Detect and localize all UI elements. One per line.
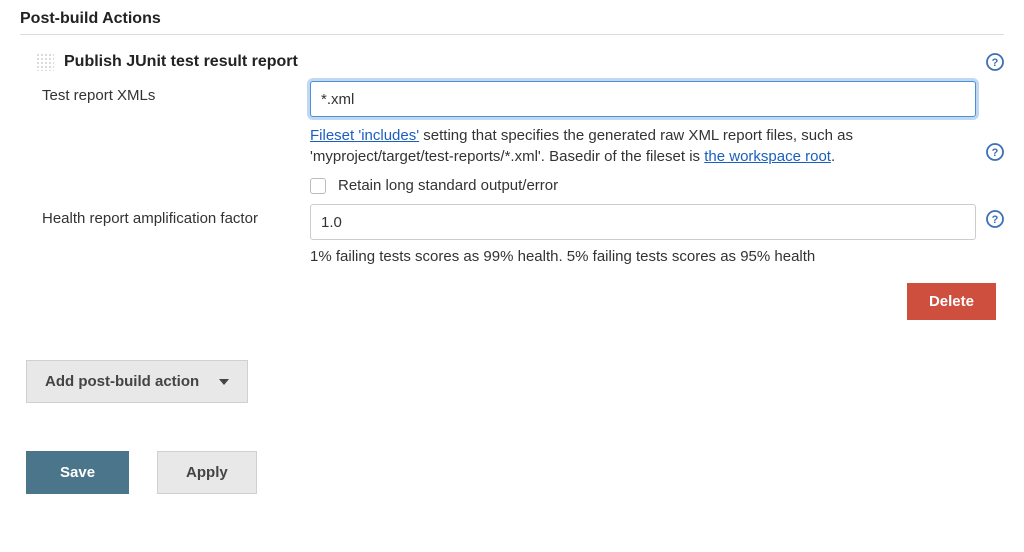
test-report-row: Test report XMLs Fileset 'includes' sett… [36,81,1004,194]
svg-text:?: ? [992,147,999,159]
test-report-label: Test report XMLs [42,81,310,104]
fileset-includes-link[interactable]: Fileset 'includes' [310,127,419,144]
delete-button[interactable]: Delete [907,283,996,320]
delete-row: Delete [36,283,1004,320]
add-action-row: Add post-build action [20,360,1004,403]
retain-checkbox-row: Retain long standard output/error [310,177,976,194]
health-factor-input[interactable] [310,204,976,240]
block-header: Publish JUnit test result report ? [36,53,1004,71]
svg-text:?: ? [992,57,999,69]
health-factor-label: Health report amplification factor [42,204,310,227]
apply-button[interactable]: Apply [157,451,257,494]
svg-text:?: ? [992,214,999,226]
help-icon[interactable]: ? [986,210,1004,228]
workspace-root-link[interactable]: the workspace root [704,148,831,165]
drag-handle-icon[interactable] [36,53,54,71]
retain-checkbox-label: Retain long standard output/error [338,177,558,194]
section-title: Post-build Actions [20,10,1004,35]
footer-buttons: Save Apply [20,451,1004,494]
test-report-input[interactable] [310,81,976,117]
save-button[interactable]: Save [26,451,129,494]
health-factor-row: Health report amplification factor 1% fa… [36,204,1004,265]
add-post-build-action-button[interactable]: Add post-build action [26,360,248,403]
help-icon[interactable]: ? [986,53,1004,71]
test-report-hint: Fileset 'includes' setting that specifie… [310,125,976,167]
health-factor-hint: 1% failing tests scores as 99% health. 5… [310,248,976,265]
caret-down-icon [219,379,229,385]
publisher-block: Publish JUnit test result report ? Test … [20,53,1004,320]
block-title: Publish JUnit test result report [64,53,986,71]
add-action-label: Add post-build action [45,373,199,390]
help-icon[interactable]: ? [986,143,1004,161]
retain-checkbox[interactable] [310,178,326,194]
